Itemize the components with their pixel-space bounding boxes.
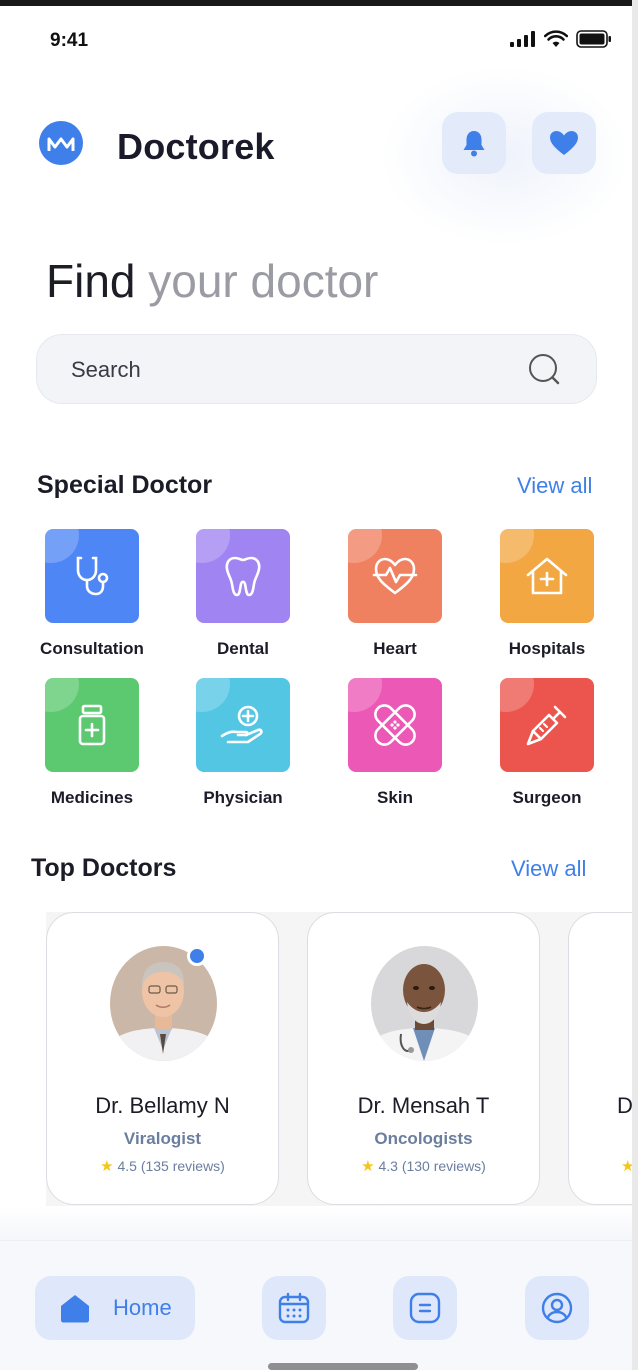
category-surgeon[interactable]: Surgeon	[477, 678, 617, 808]
app-title: Doctorek	[117, 126, 275, 167]
doctor-rating: ★ 4.5 (135 reviews)	[47, 1157, 278, 1175]
nav-home-button[interactable]: Home	[35, 1276, 195, 1340]
notifications-button[interactable]	[442, 112, 506, 174]
doctor-name: Dr. Bellamy N	[95, 1093, 230, 1118]
status-time: 9:41	[50, 30, 89, 51]
logo-mark-icon	[47, 137, 75, 151]
doctor-specialty: Viralogist	[123, 1129, 202, 1148]
star-icon: ★	[100, 1158, 114, 1175]
profile-icon	[541, 1292, 573, 1324]
category-hospitals[interactable]: Hospitals	[477, 529, 617, 659]
top-doctors-title: Top Doctors	[31, 854, 177, 882]
medicine-bottle-icon	[78, 704, 106, 746]
doctor-rating-text: 4.3 (130 reviews)	[378, 1158, 486, 1174]
cellular-signal-icon	[510, 31, 535, 47]
doctor-rating-text: 4.5 (135 reviews)	[117, 1158, 225, 1174]
category-tile	[196, 529, 290, 623]
home-indicator	[268, 1363, 418, 1370]
top-doctors-view-all-link[interactable]: View all	[511, 856, 586, 882]
heartbeat-icon	[372, 557, 418, 595]
search-icon[interactable]	[528, 353, 562, 387]
app-logo	[39, 121, 83, 165]
nav-calendar-button[interactable]	[262, 1276, 326, 1340]
category-label: Physician	[203, 788, 283, 807]
star-icon: ★	[361, 1158, 375, 1175]
doctor-card[interactable]: Dr. Mensah T Oncologists ★ 4.3 (130 revi…	[307, 912, 540, 1205]
tooth-icon	[225, 556, 261, 597]
category-tile	[500, 529, 594, 623]
helping-hand-icon	[220, 705, 263, 744]
syringe-icon	[526, 705, 567, 746]
nav-home-label: Home	[113, 1295, 172, 1320]
category-label: Skin	[377, 788, 413, 807]
hero-title-light: your doctor	[148, 255, 379, 307]
search-bar	[36, 334, 597, 404]
category-label: Dental	[217, 639, 269, 658]
device-right-edge	[632, 0, 638, 1370]
category-label: Hospitals	[508, 639, 586, 658]
category-tile	[348, 678, 442, 772]
category-label: Medicines	[50, 788, 134, 807]
status-icons	[510, 30, 612, 48]
category-label: Heart	[373, 639, 417, 658]
category-physician[interactable]: Physician	[173, 678, 313, 808]
star-icon: ★	[621, 1158, 632, 1175]
avatar	[371, 946, 478, 1061]
hospital-house-icon	[526, 557, 568, 595]
bandage-icon	[374, 704, 416, 746]
nav-documents-button[interactable]	[393, 1276, 457, 1340]
calendar-icon	[278, 1292, 310, 1324]
category-heart[interactable]: Heart	[325, 529, 465, 659]
battery-icon	[576, 30, 611, 48]
favorites-button[interactable]	[532, 112, 596, 174]
doctor-card[interactable]: D ★	[568, 912, 632, 1205]
category-dental[interactable]: Dental	[173, 529, 313, 659]
document-list-icon	[409, 1292, 441, 1324]
search-input[interactable]	[71, 355, 471, 385]
wifi-icon	[544, 30, 568, 47]
category-label: Surgeon	[512, 788, 582, 807]
special-doctor-title: Special Doctor	[37, 471, 213, 499]
nav-profile-button[interactable]	[525, 1276, 589, 1340]
category-consultation[interactable]: Consultation	[22, 529, 162, 659]
category-medicines[interactable]: Medicines	[22, 678, 162, 808]
doctor-name: Dr. Mensah T	[357, 1093, 490, 1118]
home-icon	[61, 1295, 89, 1323]
hero-title: Find your doctor	[46, 254, 378, 308]
doctor-name: D	[617, 1093, 632, 1118]
online-status-dot	[187, 946, 207, 966]
app-screen: 9:41 Doctorek Find your doctor Search Sp…	[0, 6, 632, 1370]
category-label: Consultation	[40, 639, 144, 658]
category-tile	[45, 678, 139, 772]
doctor-card[interactable]: Dr. Bellamy N Viralogist ★ 4.5 (135 revi…	[46, 912, 279, 1205]
category-tile	[348, 529, 442, 623]
category-tile	[45, 529, 139, 623]
category-skin[interactable]: Skin	[325, 678, 465, 808]
doctor-rating: ★ 4.3 (130 reviews)	[308, 1157, 539, 1175]
bell-icon	[463, 131, 485, 157]
doctor-photo	[371, 946, 478, 1061]
doctor-specialty: Oncologists	[374, 1129, 473, 1148]
category-tile	[196, 678, 290, 772]
stethoscope-icon	[76, 556, 109, 596]
special-doctor-view-all-link[interactable]: View all	[517, 473, 592, 499]
heart-icon	[550, 131, 578, 155]
hero-title-dark: Find	[46, 255, 136, 307]
category-tile	[500, 678, 594, 772]
